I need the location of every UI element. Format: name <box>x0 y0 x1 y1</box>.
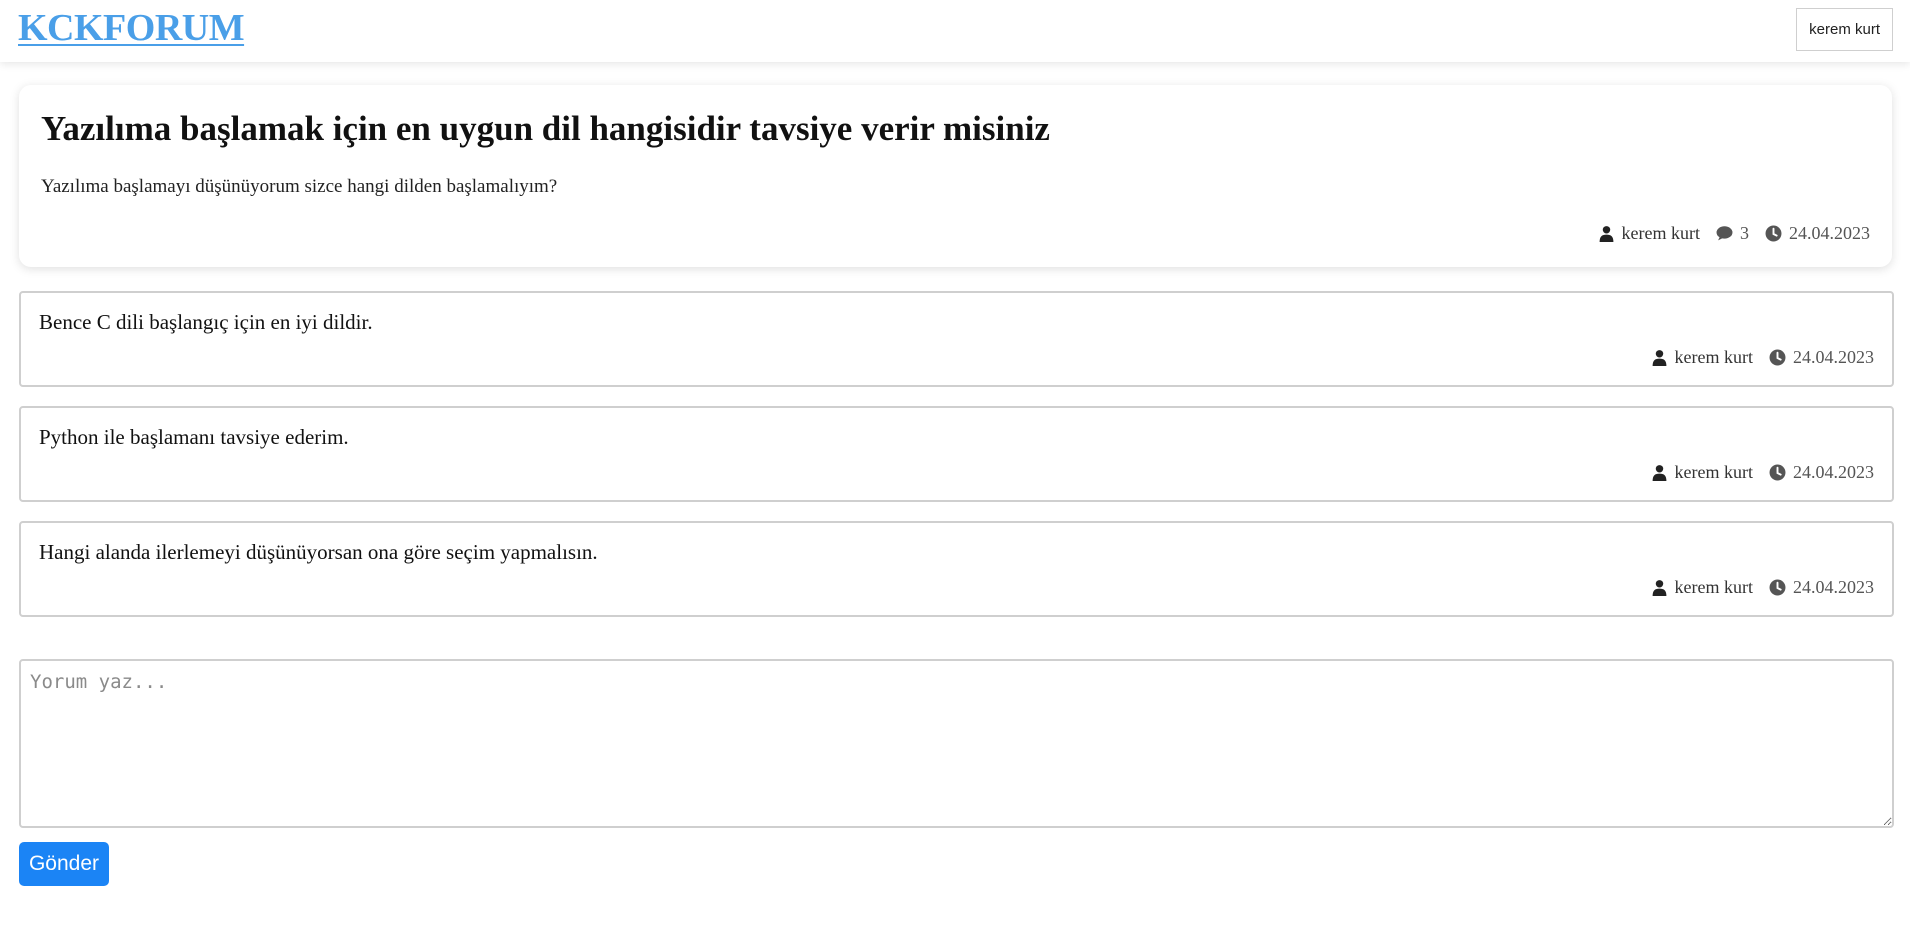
comment-card: Hangi alanda ilerlemeyi düşünüyorsan ona… <box>19 521 1894 617</box>
comment-text: Bence C dili başlangıç için en iyi dildi… <box>39 310 373 334</box>
comment-text: Python ile başlamanı tavsiye ederim. <box>39 425 349 449</box>
user-icon <box>1652 350 1666 366</box>
comment-author: kerem kurt <box>1651 577 1753 598</box>
topic-date-value: 24.04.2023 <box>1789 223 1870 243</box>
comment-date-value: 24.04.2023 <box>1793 577 1874 597</box>
comment-author-name: kerem kurt <box>1674 577 1753 597</box>
comment-date: 24.04.2023 <box>1769 462 1874 483</box>
comment-count-value: 3 <box>1740 223 1749 243</box>
topic-card: Yazılıma başlamak için en uygun dil hang… <box>19 85 1892 267</box>
comment-author: kerem kurt <box>1651 462 1753 483</box>
clock-icon <box>1769 579 1786 596</box>
comment-card: Python ile başlamanı tavsiye ederim. ker… <box>19 406 1894 502</box>
comment-text: Hangi alanda ilerlemeyi düşünüyorsan ona… <box>39 540 598 564</box>
comment-icon <box>1716 226 1733 241</box>
topic-comment-count: 3 <box>1716 223 1749 244</box>
topic-author-name: kerem kurt <box>1621 223 1700 243</box>
topic-body: Yazılıma başlamayı düşünüyorum sizce han… <box>41 176 558 197</box>
top-navbar: KCKFORUM kerem kurt <box>0 0 1910 62</box>
comment-author: kerem kurt <box>1651 347 1753 368</box>
comment-input[interactable] <box>19 659 1894 828</box>
topic-meta: kerem kurt 3 24.04.2023 <box>1598 223 1870 244</box>
comment-date: 24.04.2023 <box>1769 577 1874 598</box>
user-menu-button[interactable]: kerem kurt <box>1796 8 1893 51</box>
comment-date: 24.04.2023 <box>1769 347 1874 368</box>
comment-date-value: 24.04.2023 <box>1793 462 1874 482</box>
submit-comment-button[interactable]: Gönder <box>19 842 109 886</box>
topic-title: Yazılıma başlamak için en uygun dil hang… <box>41 109 1050 148</box>
user-icon <box>1652 580 1666 596</box>
comment-meta: kerem kurt 24.04.2023 <box>1651 577 1874 598</box>
topic-author: kerem kurt <box>1598 223 1700 244</box>
clock-icon <box>1769 349 1786 366</box>
comment-author-name: kerem kurt <box>1674 462 1753 482</box>
comment-date-value: 24.04.2023 <box>1793 347 1874 367</box>
clock-icon <box>1765 225 1782 242</box>
comment-author-name: kerem kurt <box>1674 347 1753 367</box>
topic-date: 24.04.2023 <box>1765 223 1870 244</box>
clock-icon <box>1769 464 1786 481</box>
comment-meta: kerem kurt 24.04.2023 <box>1651 347 1874 368</box>
user-icon <box>1599 226 1613 242</box>
comment-card: Bence C dili başlangıç için en iyi dildi… <box>19 291 1894 387</box>
site-logo-link[interactable]: KCKFORUM <box>18 6 245 50</box>
user-icon <box>1652 465 1666 481</box>
comment-meta: kerem kurt 24.04.2023 <box>1651 462 1874 483</box>
